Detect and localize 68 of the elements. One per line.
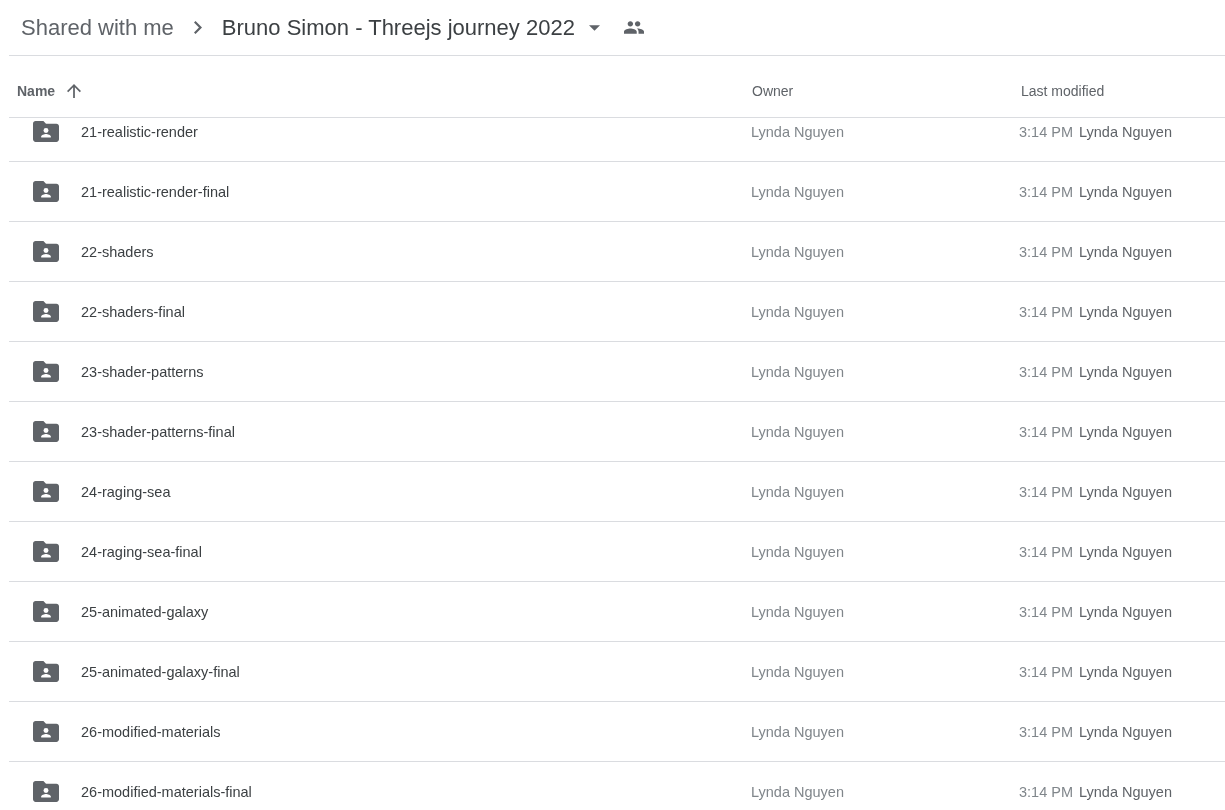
breadcrumb-link[interactable]: Shared with me	[21, 13, 174, 42]
column-header[interactable]: Name	[17, 83, 82, 99]
owner-name: Lynda Nguyen	[751, 543, 844, 560]
owner-name: Lynda Nguyen	[751, 303, 844, 320]
modified-by: Lynda Nguyen	[1079, 123, 1172, 140]
chevron-right-icon	[193, 21, 202, 34]
folder-name[interactable]: 22-shaders-final	[81, 303, 185, 320]
folder-name[interactable]: 21-realistic-render	[81, 123, 198, 140]
modified-time: 3:14 PM	[1019, 123, 1073, 140]
shared-folder-icon	[33, 241, 59, 262]
shared-folder-icon	[33, 301, 59, 322]
modified-by: Lynda Nguyen	[1079, 543, 1172, 560]
modified-by: Lynda Nguyen	[1079, 303, 1172, 320]
owner-name: Lynda Nguyen	[751, 783, 844, 800]
shared-folder-icon	[33, 541, 59, 562]
owner-name: Lynda Nguyen	[751, 243, 844, 260]
modified-time: 3:14 PM	[1019, 243, 1073, 260]
modified-time: 3:14 PM	[1019, 543, 1073, 560]
column-header[interactable]: Last modified	[1021, 83, 1105, 99]
modified-by: Lynda Nguyen	[1079, 603, 1172, 620]
owner-name: Lynda Nguyen	[751, 483, 844, 500]
modified-by: Lynda Nguyen	[1079, 363, 1172, 380]
owner-name: Lynda Nguyen	[751, 723, 844, 740]
shared-folder-icon	[33, 721, 59, 742]
modified-by: Lynda Nguyen	[1079, 783, 1172, 800]
folder-name[interactable]: 26-modified-materials-final	[81, 783, 252, 800]
folder-name[interactable]: 25-animated-galaxy	[81, 603, 209, 620]
modified-by: Lynda Nguyen	[1079, 183, 1172, 200]
owner-name: Lynda Nguyen	[751, 663, 844, 680]
caret-down-icon	[588, 24, 600, 31]
modified-time: 3:14 PM	[1019, 363, 1073, 380]
people-icon[interactable]	[623, 21, 644, 34]
shared-folder-icon	[33, 361, 59, 382]
column-header[interactable]: Owner	[752, 83, 794, 99]
current-folder-button[interactable]: Bruno Simon - Threejs journey 2022	[221, 13, 600, 42]
folder-name[interactable]: 26-modified-materials	[81, 723, 221, 740]
folder-name[interactable]: 21-realistic-render-final	[81, 183, 230, 200]
modified-time: 3:14 PM	[1019, 663, 1073, 680]
owner-name: Lynda Nguyen	[751, 123, 844, 140]
shared-folder-icon	[33, 481, 59, 502]
shared-folder-icon	[33, 781, 59, 802]
modified-time: 3:14 PM	[1019, 183, 1073, 200]
folder-name[interactable]: 25-animated-galaxy-final	[81, 663, 240, 680]
owner-name: Lynda Nguyen	[751, 363, 844, 380]
owner-name: Lynda Nguyen	[751, 183, 844, 200]
modified-by: Lynda Nguyen	[1079, 723, 1172, 740]
modified-time: 3:14 PM	[1019, 783, 1073, 800]
shared-folder-icon	[33, 181, 59, 202]
modified-by: Lynda Nguyen	[1079, 663, 1172, 680]
folder-name[interactable]: 24-raging-sea	[81, 483, 171, 500]
folder-name[interactable]: 23-shader-patterns	[81, 363, 204, 380]
folder-name[interactable]: 22-shaders	[81, 243, 154, 260]
modified-time: 3:14 PM	[1019, 603, 1073, 620]
modified-time: 3:14 PM	[1019, 303, 1073, 320]
shared-folder-icon	[33, 601, 59, 622]
owner-name: Lynda Nguyen	[751, 603, 844, 620]
modified-by: Lynda Nguyen	[1079, 243, 1172, 260]
shared-folder-icon	[33, 121, 59, 142]
modified-time: 3:14 PM	[1019, 723, 1073, 740]
shared-folder-icon	[33, 661, 59, 682]
modified-by: Lynda Nguyen	[1079, 483, 1172, 500]
folder-name[interactable]: 23-shader-patterns-final	[81, 423, 235, 440]
owner-name: Lynda Nguyen	[751, 423, 844, 440]
modified-by: Lynda Nguyen	[1079, 423, 1172, 440]
modified-time: 3:14 PM	[1019, 423, 1073, 440]
folder-name[interactable]: 24-raging-sea-final	[81, 543, 202, 560]
modified-time: 3:14 PM	[1019, 483, 1073, 500]
shared-folder-icon	[33, 421, 59, 442]
